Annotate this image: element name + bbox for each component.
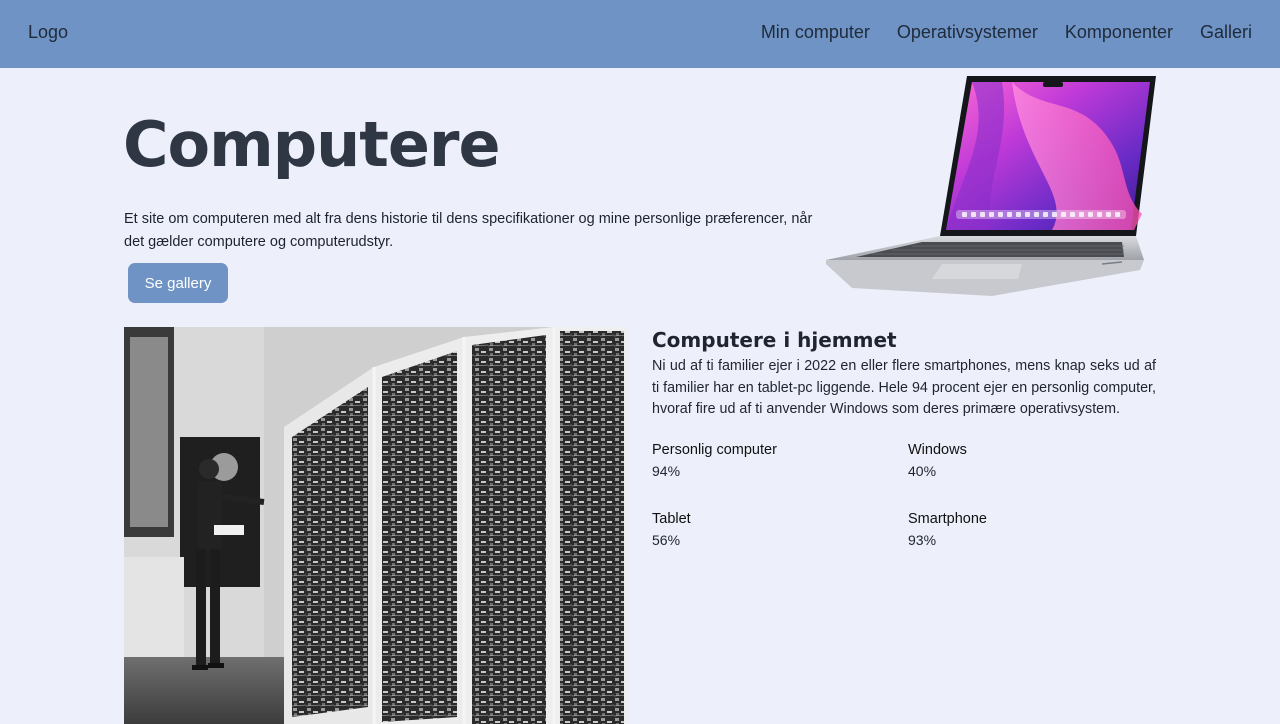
stat-label: Windows [908,442,967,458]
stat-tablet: Tablet 56% [652,511,691,548]
page-title: Computere [123,108,501,181]
nav-link-galleri[interactable]: Galleri [1200,22,1252,43]
stat-smartphone: Smartphone 93% [908,511,987,548]
laptop-image [822,74,1162,300]
stat-label: Smartphone [908,511,987,527]
stat-value: 94% [652,463,681,479]
stat-personal-computer: Personlig computer 94% [652,442,777,479]
navbar: Logo Min computer Operativsystemer Kompo… [0,0,1280,68]
section-title: Computere i hjemmet [652,328,897,352]
section-text: Ni ud af ti familier ejer i 2022 en elle… [652,358,1156,418]
nav-links: Min computer Operativsystemer Komponente… [761,22,1252,43]
vintage-computer-photo [124,327,628,724]
nav-link-operativsystemer[interactable]: Operativsystemer [897,22,1038,43]
see-gallery-button[interactable]: Se gallery [128,263,228,303]
nav-link-komponenter[interactable]: Komponenter [1065,22,1173,43]
stat-windows: Windows 40% [908,442,967,479]
stat-label: Tablet [652,511,691,527]
stat-value: 40% [908,463,937,479]
stat-label: Personlig computer [652,442,777,458]
stat-value: 56% [652,532,681,548]
logo-link[interactable]: Logo [28,22,68,43]
hero-description: Et site om computeren med alt fra dens h… [124,211,813,250]
nav-link-min-computer[interactable]: Min computer [761,22,870,43]
stat-value: 93% [908,532,937,548]
